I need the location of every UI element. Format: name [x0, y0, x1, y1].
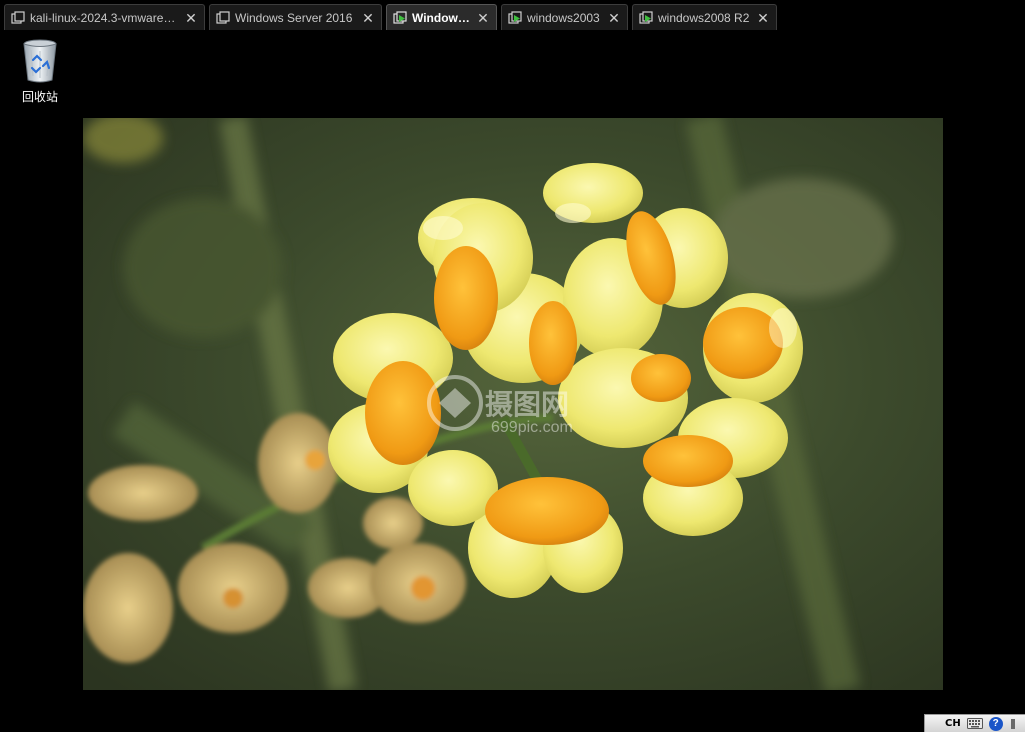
- watermark-url: 699pic.com: [491, 419, 573, 436]
- recycle-bin-shortcut[interactable]: 回收站: [14, 38, 66, 106]
- vm-stopped-icon: [11, 10, 25, 24]
- recycle-bin-icon: [23, 39, 57, 83]
- close-icon[interactable]: ✕: [475, 10, 491, 26]
- system-tray: CH ?: [924, 714, 1025, 732]
- close-icon[interactable]: ✕: [606, 10, 622, 26]
- guest-desktop[interactable]: 回收站 摄图网 699pic.com: [0, 32, 1025, 732]
- tab-label: Windows 7: [412, 10, 471, 25]
- close-icon[interactable]: ✕: [755, 10, 771, 26]
- vm-running-icon: [639, 10, 653, 24]
- tab-label: Windows Server 2016: [235, 10, 353, 25]
- options-icon[interactable]: [1009, 718, 1017, 730]
- vm-running-icon: [393, 10, 407, 24]
- watermark-text: 摄图网: [485, 388, 569, 421]
- vm-running-icon: [508, 10, 522, 24]
- language-indicator[interactable]: CH: [945, 718, 961, 729]
- vm-stopped-icon: [216, 10, 230, 24]
- tab-windows2008-r2[interactable]: windows2008 R2 ✕: [632, 4, 777, 30]
- tab-label: kali-linux-2024.3-vmware-am...: [30, 10, 179, 25]
- tab-windows2003[interactable]: windows2003 ✕: [501, 4, 628, 30]
- tab-windows-7[interactable]: Windows 7 ✕: [386, 4, 497, 30]
- close-icon[interactable]: ✕: [360, 10, 376, 26]
- help-icon[interactable]: ?: [988, 716, 1003, 731]
- tab-kali-linux[interactable]: kali-linux-2024.3-vmware-am... ✕: [4, 4, 205, 30]
- recycle-bin-label: 回收站: [21, 90, 58, 104]
- tab-windows-server-2016[interactable]: Windows Server 2016 ✕: [209, 4, 382, 30]
- keyboard-icon[interactable]: [966, 718, 983, 729]
- tab-label: windows2003: [527, 10, 600, 25]
- flower-wallpaper-image: 摄图网 699pic.com: [83, 118, 943, 690]
- close-icon[interactable]: ✕: [183, 10, 199, 26]
- tab-label: windows2008 R2: [658, 10, 750, 25]
- vm-tab-bar: kali-linux-2024.3-vmware-am... ✕ Windows…: [0, 0, 1025, 32]
